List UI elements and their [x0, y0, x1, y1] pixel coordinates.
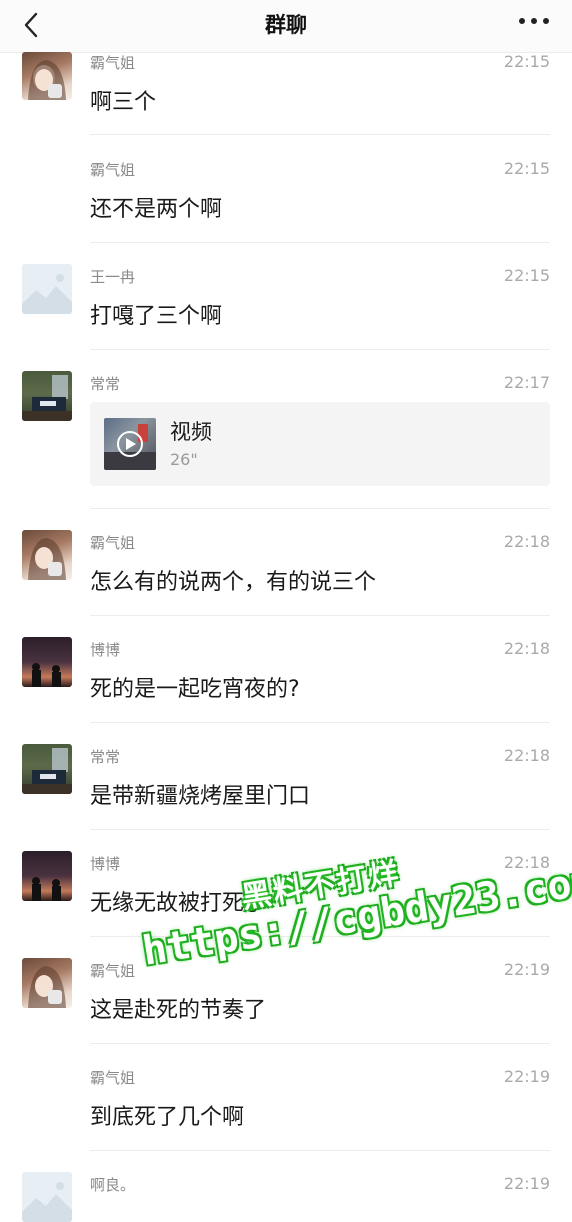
sender-name: 博博: [90, 641, 121, 659]
divider: [90, 134, 550, 135]
message-time: 22:19: [503, 1174, 550, 1193]
divider: [90, 615, 550, 616]
avatar[interactable]: [22, 958, 72, 1008]
top-bar: 群聊: [0, 0, 572, 53]
divider: [90, 242, 550, 243]
sender-name: 王一冉: [90, 268, 136, 286]
avatar[interactable]: [22, 530, 72, 580]
sender-name: 霸气姐: [90, 1069, 136, 1087]
message-time: 22:15: [503, 52, 550, 71]
message-time: 22:18: [503, 746, 550, 765]
message-text[interactable]: 还不是两个啊: [90, 191, 222, 223]
sender-name: 博博: [90, 855, 121, 873]
message-time: 22:18: [503, 639, 550, 658]
message-time: 22:18: [503, 853, 550, 872]
divider: [90, 1043, 550, 1044]
message-time: 22:15: [503, 266, 550, 285]
message-text[interactable]: 打嘎了三个啊: [90, 298, 222, 330]
avatar[interactable]: [22, 52, 72, 100]
avatar[interactable]: [22, 851, 72, 901]
divider: [90, 829, 550, 830]
sender-name: 常常: [90, 375, 121, 393]
video-message-card[interactable]: 视频 26": [90, 402, 550, 486]
message-time: 22:19: [503, 960, 550, 979]
avatar[interactable]: [22, 637, 72, 687]
message-text[interactable]: 是带新疆烧烤屋里门口: [90, 778, 310, 810]
sender-name: 啊良。: [90, 1176, 136, 1194]
message-text[interactable]: 死的是一起吃宵夜的?: [90, 671, 300, 703]
chat-title: 群聊: [265, 13, 307, 37]
avatar[interactable]: [22, 371, 72, 421]
divider: [90, 508, 550, 509]
play-icon: [126, 438, 136, 450]
message-text[interactable]: 这是赴死的节奏了: [90, 992, 266, 1024]
avatar-placeholder[interactable]: [22, 264, 72, 314]
more-options-icon[interactable]: [518, 15, 550, 27]
message-time: 22:19: [503, 1067, 550, 1086]
video-thumbnail[interactable]: [104, 418, 156, 470]
message-time: 22:17: [503, 373, 550, 392]
divider: [90, 1150, 550, 1151]
message-text[interactable]: 怎么有的说两个，有的说三个: [90, 564, 376, 596]
video-duration: 26": [170, 450, 198, 469]
divider: [90, 349, 550, 350]
divider: [90, 722, 550, 723]
avatar-placeholder[interactable]: [22, 1172, 72, 1222]
message-text[interactable]: 到底死了几个啊: [90, 1099, 244, 1131]
sender-name: 霸气姐: [90, 54, 136, 72]
sender-name: 常常: [90, 748, 121, 766]
sender-name: 霸气姐: [90, 534, 136, 552]
message-text[interactable]: 啊三个: [90, 84, 156, 116]
video-label: 视频: [170, 420, 212, 444]
sender-name: 霸气姐: [90, 962, 136, 980]
message-text[interactable]: 无缘无故被打死了: [90, 885, 266, 917]
avatar[interactable]: [22, 744, 72, 794]
message-time: 22:15: [503, 159, 550, 178]
divider: [90, 936, 550, 937]
message-time: 22:18: [503, 532, 550, 551]
sender-name: 霸气姐: [90, 161, 136, 179]
